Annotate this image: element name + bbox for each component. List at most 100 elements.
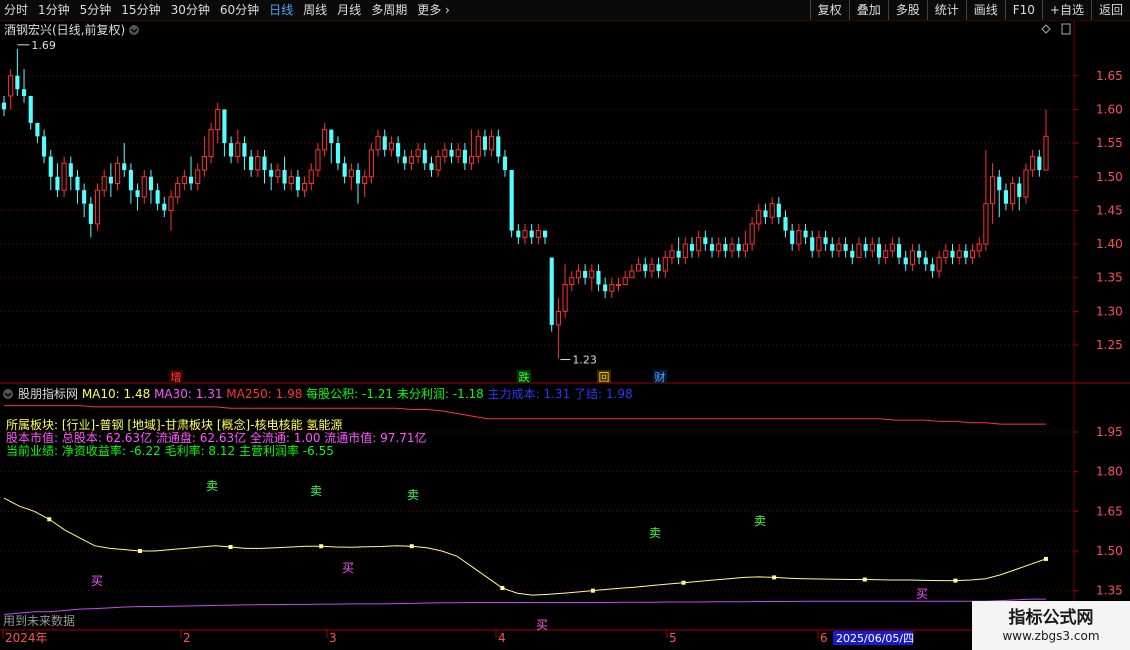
candle-body[interactable] xyxy=(329,129,334,144)
candle-body[interactable] xyxy=(175,182,181,198)
candle-body[interactable] xyxy=(28,95,33,123)
candle-body[interactable] xyxy=(769,203,775,218)
candle-body[interactable] xyxy=(375,135,381,151)
candle-body[interactable] xyxy=(94,189,101,225)
candle-body[interactable] xyxy=(1017,183,1022,197)
candle-body[interactable] xyxy=(963,250,968,258)
candle-body[interactable] xyxy=(689,244,695,251)
candle-body[interactable] xyxy=(615,283,622,286)
candle-body[interactable] xyxy=(803,230,808,238)
candle-body[interactable] xyxy=(643,264,648,272)
candle-body[interactable] xyxy=(950,250,955,258)
candle-body[interactable] xyxy=(876,244,882,258)
candle-body[interactable] xyxy=(830,244,835,251)
candle-body[interactable] xyxy=(709,244,715,251)
candle-body[interactable] xyxy=(816,236,822,252)
candle-body[interactable] xyxy=(869,243,875,252)
candle-body[interactable] xyxy=(75,176,80,191)
buy-signal[interactable]: 买 xyxy=(916,587,928,601)
candle-body[interactable] xyxy=(909,250,915,265)
candle-body[interactable] xyxy=(48,156,53,177)
candle-body[interactable] xyxy=(449,149,454,157)
candle-body[interactable] xyxy=(82,190,87,204)
candle-body[interactable] xyxy=(168,196,174,211)
candle-body[interactable] xyxy=(155,190,160,204)
candle-body[interactable] xyxy=(429,163,434,171)
candle-body[interactable] xyxy=(569,277,575,285)
candle-body[interactable] xyxy=(930,264,935,272)
candle-body[interactable] xyxy=(682,243,688,259)
candle-body[interactable] xyxy=(923,257,928,265)
chevron-down-icon[interactable] xyxy=(129,25,139,35)
candle-body[interactable] xyxy=(42,136,47,157)
candle-body[interactable] xyxy=(549,257,554,325)
candle-body[interactable] xyxy=(128,170,133,191)
candle-body[interactable] xyxy=(255,156,261,171)
candle-body[interactable] xyxy=(883,250,889,259)
candle-body[interactable] xyxy=(1043,135,1049,171)
candle-body[interactable] xyxy=(649,263,655,272)
candle-body[interactable] xyxy=(135,190,140,197)
candle-body[interactable] xyxy=(1003,190,1008,204)
candle-body[interactable] xyxy=(656,264,661,272)
candle-body[interactable] xyxy=(850,250,855,258)
candle-body[interactable] xyxy=(55,176,60,191)
candle-body[interactable] xyxy=(1,102,7,110)
candle-body[interactable] xyxy=(355,170,361,184)
candle-body[interactable] xyxy=(108,176,113,184)
candle-body[interactable] xyxy=(535,230,541,238)
candle-body[interactable] xyxy=(322,129,328,151)
candle-body[interactable] xyxy=(482,136,487,150)
candle-body[interactable] xyxy=(269,170,274,177)
candle-body[interactable] xyxy=(1023,169,1029,198)
event-marker[interactable]: 增 xyxy=(169,370,183,384)
candle-body[interactable] xyxy=(315,149,321,171)
candle-body[interactable] xyxy=(790,230,795,245)
candle-body[interactable] xyxy=(396,143,401,157)
sell-signal[interactable]: 卖 xyxy=(649,526,661,540)
candle-body[interactable] xyxy=(596,271,601,285)
candle-body[interactable] xyxy=(335,143,341,164)
candle-body[interactable] xyxy=(736,244,741,251)
chevron-down-icon[interactable] xyxy=(3,389,13,399)
candle-body[interactable] xyxy=(114,162,121,184)
candle-body[interactable] xyxy=(235,142,241,158)
candle-body[interactable] xyxy=(997,176,1002,191)
candle-body[interactable] xyxy=(249,156,254,171)
candle-body[interactable] xyxy=(635,263,642,272)
candle-body[interactable] xyxy=(348,169,354,178)
candle-body[interactable] xyxy=(408,156,415,164)
candle-body[interactable] xyxy=(896,244,902,258)
candle-body[interactable] xyxy=(669,250,675,259)
candle-body[interactable] xyxy=(589,270,595,279)
candle-body[interactable] xyxy=(583,271,588,278)
candle-body[interactable] xyxy=(282,170,287,184)
candle-body[interactable] xyxy=(696,236,702,252)
candle-body[interactable] xyxy=(242,143,247,157)
candle-body[interactable] xyxy=(716,243,722,252)
candle-body[interactable] xyxy=(475,135,481,158)
candle-body[interactable] xyxy=(729,243,735,252)
sell-signal[interactable]: 卖 xyxy=(407,488,419,502)
candle-body[interactable] xyxy=(956,250,962,259)
stock-chart[interactable]: 1.65 1.60 1.55 1.50 1.45 1.40 1.35 1.30 1.25 酒钢宏兴… xyxy=(0,0,1130,650)
candle-body[interactable] xyxy=(810,237,815,251)
candle-body[interactable] xyxy=(969,250,976,259)
event-marker[interactable]: 回 xyxy=(597,370,611,384)
candle-body[interactable] xyxy=(195,169,201,184)
candle-body[interactable] xyxy=(388,142,394,151)
candle-body[interactable] xyxy=(863,244,868,251)
candle-body[interactable] xyxy=(983,203,989,245)
candle-body[interactable] xyxy=(509,170,514,231)
candle-body[interactable] xyxy=(208,129,214,158)
candle-body[interactable] xyxy=(222,109,227,144)
candle-body[interactable] xyxy=(229,143,234,157)
candle-body[interactable] xyxy=(68,163,73,177)
candle-body[interactable] xyxy=(368,149,374,178)
candle-body[interactable] xyxy=(362,176,368,184)
candle-body[interactable] xyxy=(749,223,755,245)
candle-body[interactable] xyxy=(936,257,942,272)
candle-body[interactable] xyxy=(141,176,147,198)
event-marker[interactable]: 财 xyxy=(653,370,667,384)
candle-body[interactable] xyxy=(188,176,194,184)
